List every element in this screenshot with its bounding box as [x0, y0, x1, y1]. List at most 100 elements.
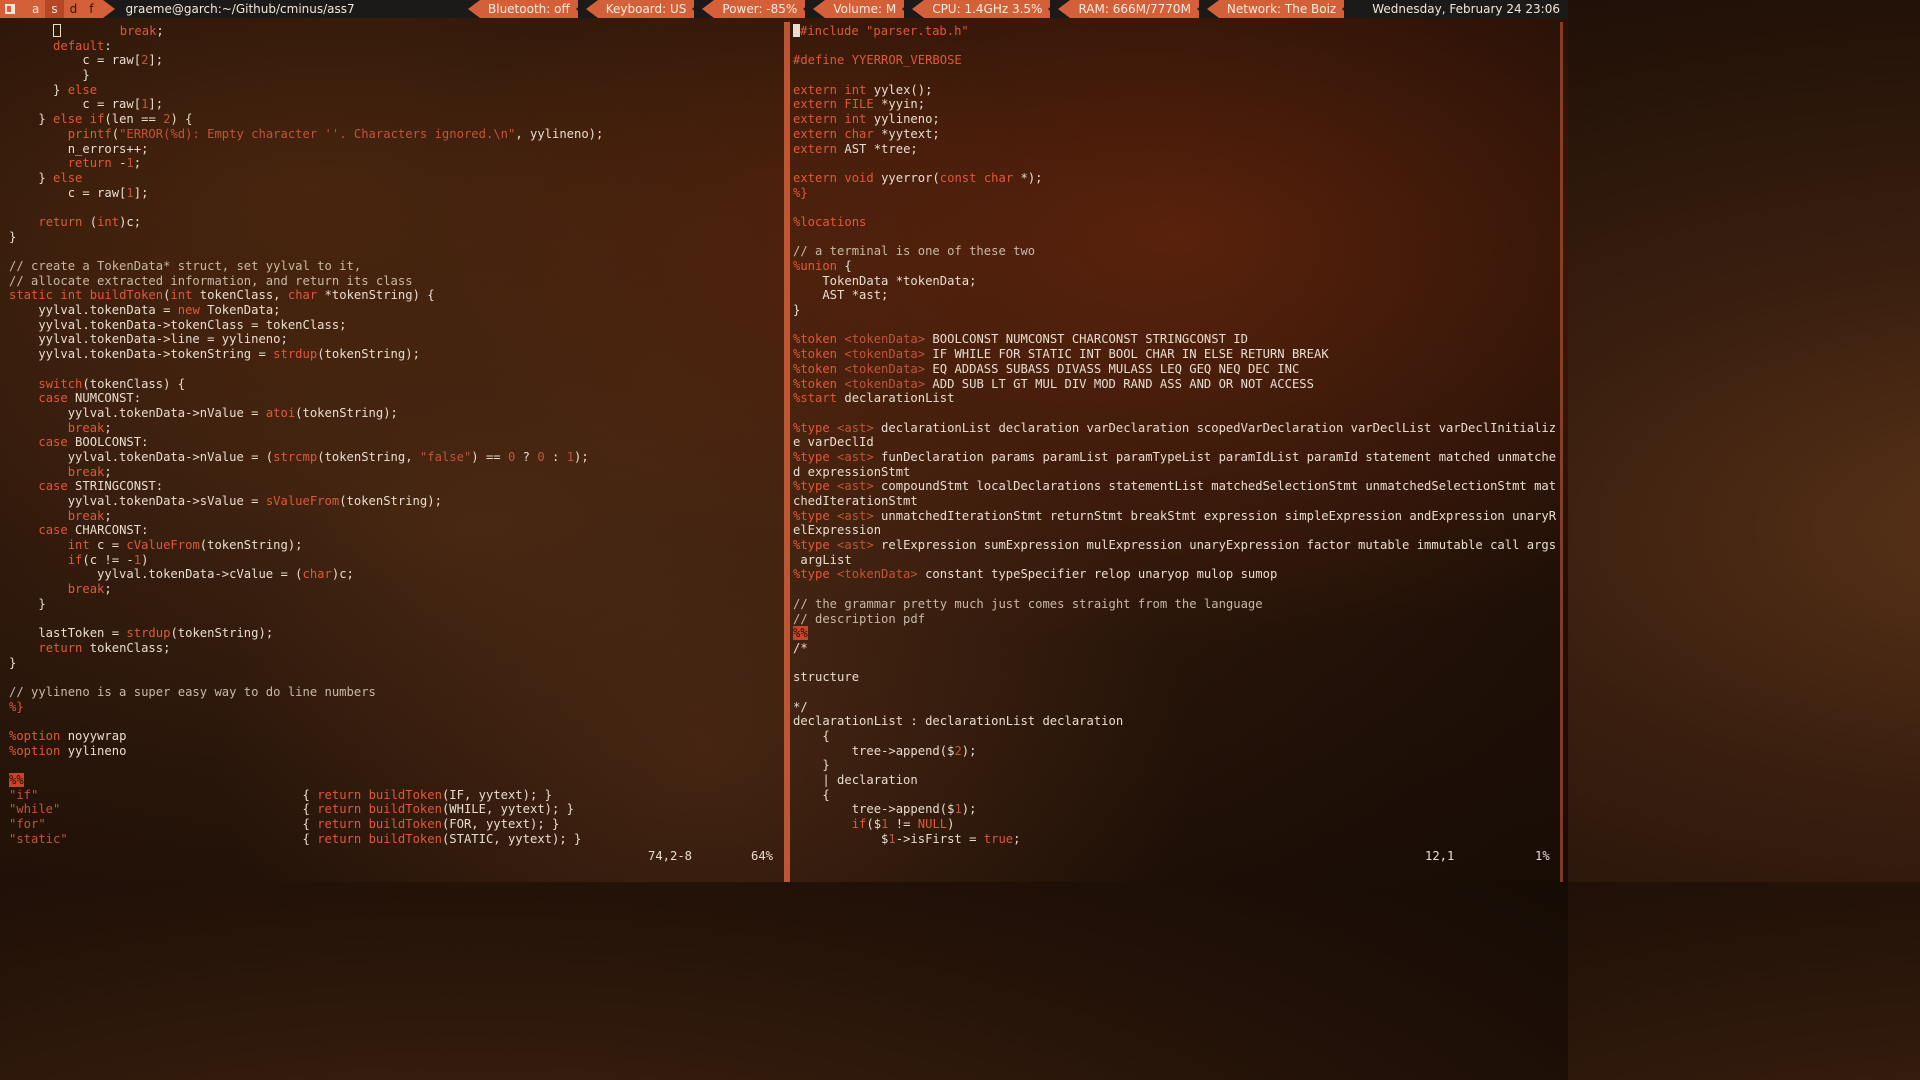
code-line[interactable]: %type <ast> funDeclaration params paramL…: [793, 450, 1562, 465]
code-line[interactable]: yylval.tokenData->nValue = atoi(tokenStr…: [9, 406, 782, 421]
code-line[interactable]: // yylineno is a super easy way to do li…: [9, 685, 782, 700]
code-line[interactable]: %token <tokenData> BOOLCONST NUMCONST CH…: [793, 332, 1562, 347]
code-line[interactable]: break;: [9, 24, 782, 39]
code-line[interactable]: break;: [9, 465, 782, 480]
code-line[interactable]: ​: [9, 670, 782, 685]
code-line[interactable]: argList: [793, 553, 1562, 568]
code-line[interactable]: default:: [9, 39, 782, 54]
code-line[interactable]: {: [793, 729, 1562, 744]
editor-pane-left[interactable]: break; default: c = raw[2]; } } else c =…: [0, 24, 782, 876]
code-line[interactable]: if($1 != NULL): [793, 817, 1562, 832]
code-line[interactable]: }: [9, 68, 782, 83]
code-line[interactable]: // allocate extracted information, and r…: [9, 274, 782, 289]
code-line[interactable]: %type <ast> compoundStmt localDeclaratio…: [793, 479, 1562, 494]
code-line[interactable]: c = raw[1];: [9, 186, 782, 201]
code-line[interactable]: %token <tokenData> ADD SUB LT GT MUL DIV…: [793, 377, 1562, 392]
code-line[interactable]: AST *ast;: [793, 288, 1562, 303]
code-line[interactable]: %option noyywrap: [9, 729, 782, 744]
code-line[interactable]: // a terminal is one of these two: [793, 244, 1562, 259]
code-line[interactable]: ​: [9, 362, 782, 377]
code-line[interactable]: e varDeclId: [793, 435, 1562, 450]
code-line[interactable]: %%: [793, 626, 1562, 641]
code-line[interactable]: yylval.tokenData->cValue = (char)c;: [9, 567, 782, 582]
code-line[interactable]: break;: [9, 509, 782, 524]
code-line[interactable]: case CHARCONST:: [9, 523, 782, 538]
code-line[interactable]: structure: [793, 670, 1562, 685]
code-line[interactable]: elExpression: [793, 523, 1562, 538]
code-line[interactable]: break;: [9, 421, 782, 436]
code-line[interactable]: yylval.tokenData->tokenClass = tokenClas…: [9, 318, 782, 333]
code-line[interactable]: return -1;: [9, 156, 782, 171]
code-line[interactable]: } else: [9, 83, 782, 98]
code-line[interactable]: lastToken = strdup(tokenString);: [9, 626, 782, 641]
code-line[interactable]: ​: [793, 230, 1562, 245]
code-line[interactable]: extern FILE *yyin;: [793, 97, 1562, 112]
code-line[interactable]: $1->isFirst = true;: [793, 832, 1562, 847]
code-line[interactable]: }: [9, 656, 782, 671]
code-line[interactable]: case NUMCONST:: [9, 391, 782, 406]
code-line[interactable]: // the grammar pretty much just comes st…: [793, 597, 1562, 612]
code-line[interactable]: ​: [793, 68, 1562, 83]
code-line[interactable]: TokenData *tokenData;: [793, 274, 1562, 289]
code-line[interactable]: ​: [793, 582, 1562, 597]
menu-icon[interactable]: [0, 0, 20, 18]
code-line[interactable]: extern void yyerror(const char *);: [793, 171, 1562, 186]
code-line[interactable]: #define YYERROR_VERBOSE: [793, 53, 1562, 68]
code-line[interactable]: }: [793, 303, 1562, 318]
code-line[interactable]: printf("ERROR(%d): Empty character ''. C…: [9, 127, 782, 142]
code-line[interactable]: }: [9, 597, 782, 612]
code-line[interactable]: c = raw[2];: [9, 53, 782, 68]
code-line[interactable]: %locations: [793, 215, 1562, 230]
code-line[interactable]: break;: [9, 582, 782, 597]
code-line[interactable]: d expressionStmt: [793, 465, 1562, 480]
code-line[interactable]: yylval.tokenData->line = yylineno;: [9, 332, 782, 347]
editor-pane-right[interactable]: #include "parser.tab.h"​#define YYERROR_…: [792, 24, 1562, 876]
code-line[interactable]: }: [9, 230, 782, 245]
code-line[interactable]: ​: [9, 244, 782, 259]
code-line[interactable]: "for" { return buildToken(FOR, yytext); …: [9, 817, 782, 832]
code-line[interactable]: ​: [793, 200, 1562, 215]
code-line[interactable]: return tokenClass;: [9, 641, 782, 656]
code-line[interactable]: ​: [9, 612, 782, 627]
code-line[interactable]: ​: [793, 656, 1562, 671]
workspace-d[interactable]: d: [64, 0, 84, 18]
code-line[interactable]: ​: [9, 714, 782, 729]
code-line[interactable]: yylval.tokenData = new TokenData;: [9, 303, 782, 318]
code-line[interactable]: // description pdf: [793, 612, 1562, 627]
code-line[interactable]: chedIterationStmt: [793, 494, 1562, 509]
code-line[interactable]: // create a TokenData* struct, set yylva…: [9, 259, 782, 274]
code-line[interactable]: }: [793, 758, 1562, 773]
code-line[interactable]: static int buildToken(int tokenClass, ch…: [9, 288, 782, 303]
code-line[interactable]: tree->append($1);: [793, 802, 1562, 817]
code-line[interactable]: ​: [793, 685, 1562, 700]
code-line[interactable]: if(c != -1): [9, 553, 782, 568]
code-line[interactable]: tree->append($2);: [793, 744, 1562, 759]
code-line[interactable]: "while" { return buildToken(WHILE, yytex…: [9, 802, 782, 817]
workspace-a[interactable]: a: [26, 0, 45, 18]
workspace-f[interactable]: f: [83, 0, 99, 18]
code-line[interactable]: %type <ast> declarationList declaration …: [793, 421, 1562, 436]
code-line[interactable]: %start declarationList: [793, 391, 1562, 406]
code-line[interactable]: ​: [793, 318, 1562, 333]
code-line[interactable]: ​: [793, 406, 1562, 421]
code-line[interactable]: yylval.tokenData->sValue = sValueFrom(to…: [9, 494, 782, 509]
code-line[interactable]: case STRINGCONST:: [9, 479, 782, 494]
code-line[interactable]: #include "parser.tab.h": [793, 24, 1562, 39]
code-line[interactable]: int c = cValueFrom(tokenString);: [9, 538, 782, 553]
code-line[interactable]: } else: [9, 171, 782, 186]
code-line[interactable]: {: [793, 788, 1562, 803]
code-line[interactable]: switch(tokenClass) {: [9, 377, 782, 392]
code-line[interactable]: declarationList : declarationList declar…: [793, 714, 1562, 729]
code-line[interactable]: yylval.tokenData->nValue = (strcmp(token…: [9, 450, 782, 465]
pane-divider[interactable]: [784, 22, 790, 882]
code-line[interactable]: | declaration: [793, 773, 1562, 788]
code-line[interactable]: extern int yylineno;: [793, 112, 1562, 127]
code-line[interactable]: %token <tokenData> IF WHILE FOR STATIC I…: [793, 347, 1562, 362]
code-line[interactable]: "if" { return buildToken(IF, yytext); }: [9, 788, 782, 803]
code-line[interactable]: */: [793, 700, 1562, 715]
code-line[interactable]: ​: [793, 39, 1562, 54]
code-line[interactable]: c = raw[1];: [9, 97, 782, 112]
workspace-s[interactable]: s: [45, 0, 64, 18]
code-line[interactable]: extern AST *tree;: [793, 142, 1562, 157]
code-line[interactable]: extern char *yytext;: [793, 127, 1562, 142]
